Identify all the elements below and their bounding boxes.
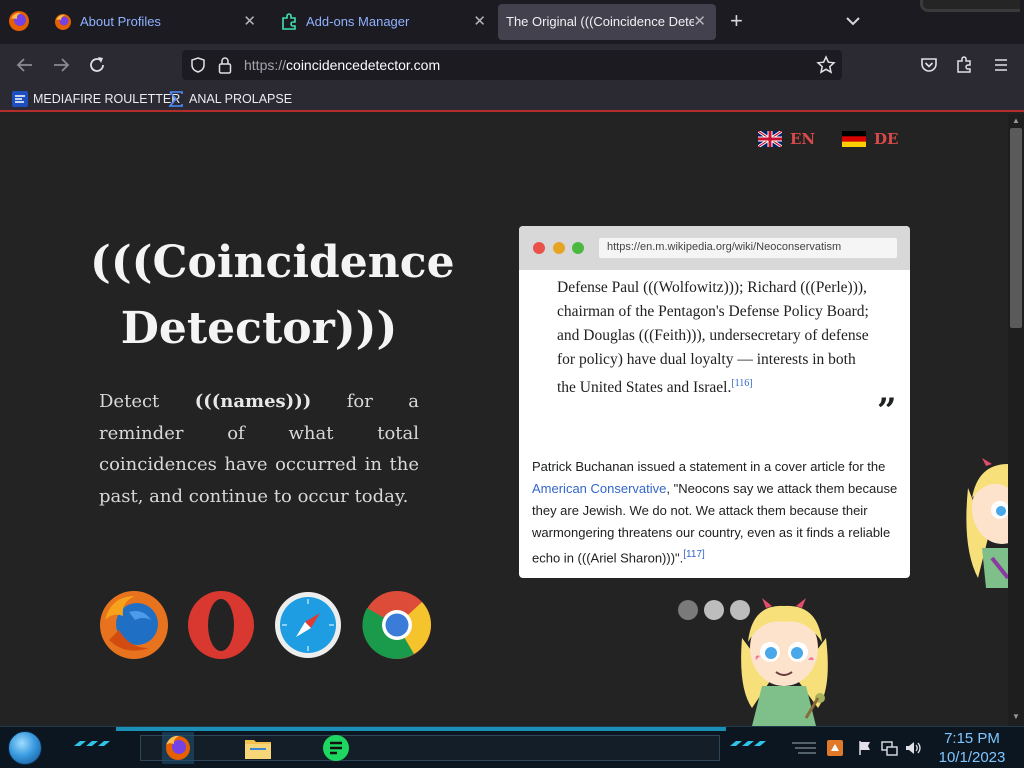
flag-icon[interactable]	[856, 739, 874, 757]
pager-dot[interactable]	[704, 600, 724, 620]
url-scheme: https://	[244, 57, 287, 73]
mock-minimize-dot	[553, 242, 565, 254]
file-explorer-icon[interactable]	[242, 732, 274, 764]
tab-coincidence-detector[interactable]: The Original (((Coincidence Detector))) …	[498, 4, 716, 40]
hamburger-menu-icon[interactable]	[992, 56, 1010, 74]
tab-bar: About Profiles ✕ Add-ons Manager ✕ The O…	[0, 0, 1024, 44]
language-german-link[interactable]: DE	[842, 130, 898, 148]
taskbar-decoration	[74, 741, 110, 746]
puzzle-piece-icon	[282, 13, 296, 30]
chrome-browser-icon[interactable]	[362, 590, 432, 660]
clock-time: 7:15 PM	[944, 730, 1000, 747]
page-description: Detect (((names))) for a reminder of wha…	[99, 386, 419, 512]
opera-browser-icon[interactable]	[186, 590, 256, 660]
scrollbar-thumb[interactable]	[1010, 128, 1022, 328]
closing-quote-mark: ”	[877, 391, 897, 431]
close-tab-icon[interactable]: ✕	[473, 12, 486, 30]
citation-ref: [117]	[683, 549, 705, 560]
title-line: (((Coincidence	[90, 237, 455, 288]
taskbar-glow	[116, 727, 726, 731]
system-clock[interactable]: 7:15 PM 10/1/2023	[930, 729, 1014, 767]
navigation-bar: https://coincidencedetector.com	[0, 44, 1024, 86]
volume-icon[interactable]	[904, 739, 922, 757]
window-decoration	[920, 0, 1020, 12]
bookmark-star-icon[interactable]	[816, 55, 836, 75]
network-icon[interactable]	[880, 739, 898, 757]
cartoon-character-sticker	[966, 458, 1008, 588]
notes-app-icon[interactable]	[320, 732, 352, 764]
pocket-icon[interactable]	[920, 56, 938, 74]
reload-button[interactable]	[86, 54, 108, 76]
tab-title: Add-ons Manager	[306, 14, 410, 29]
firefox-icon	[55, 14, 71, 30]
clock-date: 10/1/2023	[938, 749, 1006, 766]
new-tab-button[interactable]: +	[730, 10, 743, 32]
bookmark-mediafire-rouletter[interactable]: MEDIAFIRE ROULETTER	[12, 89, 180, 109]
firefox-icon[interactable]	[162, 732, 194, 764]
forward-button[interactable]	[50, 54, 72, 76]
notification-icon[interactable]	[826, 739, 844, 757]
taskbar-app-frame	[140, 735, 720, 761]
wikipedia-preview-card: https://en.m.wikipedia.org/wiki/Neoconse…	[519, 226, 910, 578]
extensions-icon[interactable]	[956, 56, 974, 74]
language-english-link[interactable]: EN	[758, 130, 815, 148]
start-button[interactable]	[8, 731, 42, 765]
list-all-tabs-icon[interactable]	[844, 12, 862, 30]
scroll-up-icon[interactable]: ▲	[1012, 116, 1020, 125]
quote-body: Defense Paul (((Wolfowitz))); Richard ((…	[557, 279, 869, 397]
mock-address-bar: https://en.m.wikipedia.org/wiki/Neoconse…	[599, 238, 897, 258]
tracking-protection-shield-icon[interactable]	[190, 57, 206, 73]
paragraph-text: Patrick Buchanan issued a statement in a…	[532, 459, 886, 474]
taskbar: 7:15 PM 10/1/2023	[0, 726, 1024, 768]
bookmark-label: ANAL PROLAPSE	[189, 92, 293, 106]
uk-flag-icon	[758, 131, 782, 147]
tab-addons-manager[interactable]: Add-ons Manager ✕	[270, 4, 496, 40]
mediafire-icon	[12, 91, 28, 107]
bookmark-label: MEDIAFIRE ROULETTER	[33, 92, 181, 106]
url-text[interactable]: https://coincidencedetector.com	[244, 57, 440, 73]
article-paragraph: Patrick Buchanan issued a statement in a…	[532, 456, 900, 569]
close-tab-icon[interactable]: ✕	[243, 12, 256, 30]
tab-title: About Profiles	[80, 14, 161, 29]
title-line: Detector)))	[120, 303, 398, 354]
scroll-down-icon[interactable]: ▼	[1012, 712, 1020, 721]
sigma-icon	[168, 91, 183, 107]
taskbar-decoration	[792, 742, 816, 754]
back-button[interactable]	[14, 54, 36, 76]
description-text: Detect	[99, 391, 195, 412]
safari-browser-icon[interactable]	[273, 590, 343, 660]
firefox-browser-icon[interactable]	[99, 590, 169, 660]
firefox-menu-icon[interactable]	[8, 10, 30, 32]
bookmark-anal-prolapse[interactable]: ANAL PROLAPSE	[168, 89, 292, 109]
tab-title: The Original (((Coincidence Detector)))	[506, 14, 694, 29]
article-link: American Conservative	[532, 481, 667, 496]
page-scrollbar[interactable]: ▲ ▼	[1008, 114, 1024, 726]
mock-maximize-dot	[572, 242, 584, 254]
url-host: coincidencedetector.com	[286, 57, 441, 73]
close-tab-icon[interactable]: ✕	[693, 12, 706, 30]
taskbar-decoration	[730, 741, 766, 746]
page-title: (((Coincidence Detector)))	[90, 230, 455, 362]
mock-close-dot	[533, 242, 545, 254]
description-emphasis: (((names)))	[194, 391, 312, 412]
language-label: EN	[790, 130, 816, 148]
pager-dot[interactable]	[678, 600, 698, 620]
web-page: EN DE (((Coincidence Detector))) Detect …	[0, 114, 1008, 726]
bookmarks-toolbar: MEDIAFIRE ROULETTER ANAL PROLAPSE	[0, 86, 1024, 112]
german-flag-icon	[842, 131, 866, 147]
citation-ref: [116]	[731, 378, 753, 389]
address-bar[interactable]: https://coincidencedetector.com	[182, 50, 842, 80]
cartoon-character-sticker	[741, 598, 828, 726]
quote-text: Defense Paul (((Wolfowitz))); Richard ((…	[557, 276, 873, 400]
mock-browser-chrome: https://en.m.wikipedia.org/wiki/Neoconse…	[519, 226, 910, 270]
screen: About Profiles ✕ Add-ons Manager ✕ The O…	[0, 0, 1024, 768]
lock-icon[interactable]	[218, 56, 232, 74]
tab-about-profiles[interactable]: About Profiles ✕	[44, 4, 266, 40]
language-label: DE	[874, 130, 899, 148]
